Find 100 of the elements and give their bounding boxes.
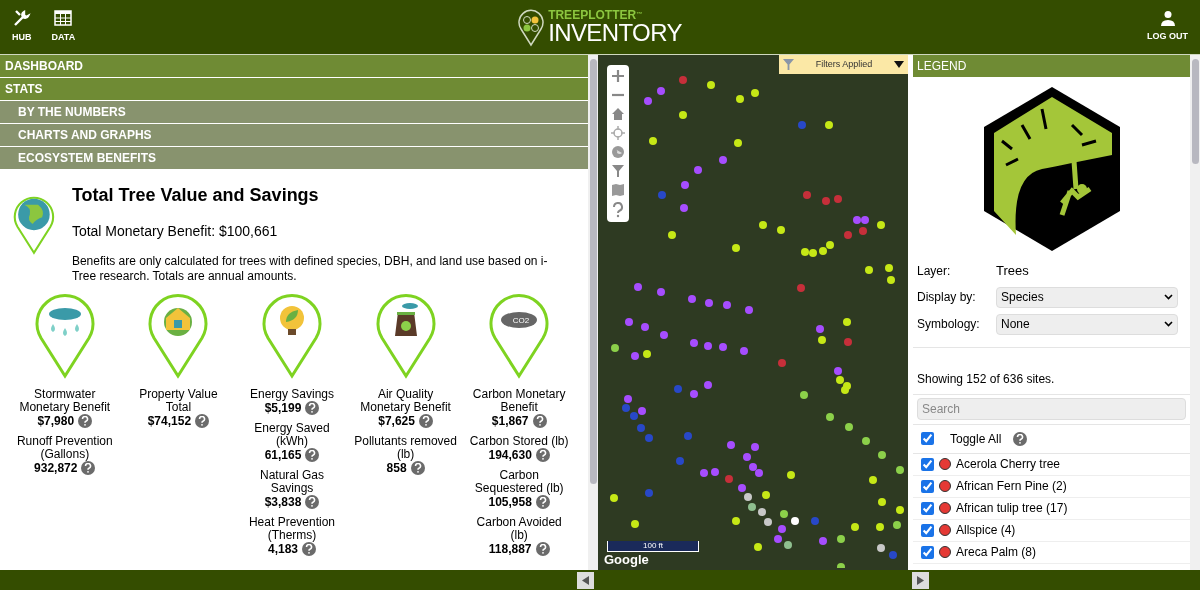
collapse-left-button[interactable]: [577, 571, 594, 589]
tree-marker[interactable]: [877, 221, 885, 229]
tree-marker[interactable]: [694, 166, 702, 174]
tree-marker[interactable]: [861, 216, 869, 224]
tree-marker[interactable]: [681, 181, 689, 189]
tree-marker[interactable]: [825, 121, 833, 129]
scrollbar-thumb[interactable]: [1191, 59, 1199, 164]
tree-marker[interactable]: [705, 299, 713, 307]
tree-marker[interactable]: [759, 221, 767, 229]
tree-marker[interactable]: [676, 457, 684, 465]
nav-menu-item[interactable]: DASHBOARD: [0, 55, 588, 78]
tree-marker[interactable]: [862, 437, 870, 445]
tree-marker[interactable]: [803, 191, 811, 199]
help-icon[interactable]: [535, 495, 550, 509]
tree-marker[interactable]: [749, 463, 757, 471]
tree-marker[interactable]: [834, 367, 842, 375]
tree-marker[interactable]: [896, 506, 904, 514]
toggle-all-checkbox[interactable]: [921, 432, 934, 445]
tree-marker[interactable]: [727, 441, 735, 449]
tree-marker[interactable]: [878, 451, 886, 459]
help-icon[interactable]: [535, 448, 550, 462]
help-icon[interactable]: [410, 461, 425, 475]
tree-marker[interactable]: [834, 195, 842, 203]
tree-marker[interactable]: [707, 81, 715, 89]
tree-marker[interactable]: [843, 318, 851, 326]
tree-marker[interactable]: [826, 413, 834, 421]
tree-marker[interactable]: [684, 432, 692, 440]
help-icon[interactable]: [532, 414, 547, 428]
tree-marker[interactable]: [658, 191, 666, 199]
tree-marker[interactable]: [819, 247, 827, 255]
tree-marker[interactable]: [643, 350, 651, 358]
tree-marker[interactable]: [800, 391, 808, 399]
search-field[interactable]: Search: [917, 397, 1186, 420]
tree-marker[interactable]: [745, 306, 753, 314]
display-by-select[interactable]: Species: [996, 286, 1178, 308]
tree-marker[interactable]: [878, 498, 886, 506]
tree-marker[interactable]: [811, 517, 819, 525]
collapse-right-button[interactable]: [912, 571, 929, 589]
help-icon[interactable]: [418, 414, 433, 428]
tree-marker[interactable]: [723, 301, 731, 309]
tree-marker[interactable]: [634, 283, 642, 291]
tree-marker[interactable]: [887, 276, 895, 284]
tree-marker[interactable]: [869, 476, 877, 484]
species-checkbox[interactable]: [921, 479, 934, 493]
tree-marker[interactable]: [743, 453, 751, 461]
tree-marker[interactable]: [774, 535, 782, 543]
tree-marker[interactable]: [843, 382, 851, 390]
tree-marker[interactable]: [885, 264, 893, 272]
tree-marker[interactable]: [740, 347, 748, 355]
tree-marker[interactable]: [645, 434, 653, 442]
tree-marker[interactable]: [822, 197, 830, 205]
tree-marker[interactable]: [690, 390, 698, 398]
tree-marker[interactable]: [649, 137, 657, 145]
filter-icon[interactable]: [611, 164, 625, 178]
help-icon[interactable]: [305, 495, 320, 509]
tree-marker[interactable]: [657, 288, 665, 296]
header-nav-button[interactable]: HUB: [12, 9, 32, 45]
globe-icon[interactable]: [611, 145, 625, 159]
tree-marker[interactable]: [690, 339, 698, 347]
tree-marker[interactable]: [865, 266, 873, 274]
tree-marker[interactable]: [836, 376, 844, 384]
tree-marker[interactable]: [764, 518, 772, 526]
nav-menu-item[interactable]: STATS: [0, 78, 588, 101]
tree-marker[interactable]: [704, 342, 712, 350]
tree-marker[interactable]: [638, 407, 646, 415]
help-icon[interactable]: [81, 461, 96, 475]
tree-marker[interactable]: [755, 469, 763, 477]
tree-marker[interactable]: [719, 343, 727, 351]
help-icon[interactable]: [195, 414, 210, 428]
zoom-in-icon[interactable]: [611, 69, 625, 83]
species-checkbox[interactable]: [921, 501, 934, 515]
tree-marker[interactable]: [751, 443, 759, 451]
tree-marker[interactable]: [893, 521, 901, 529]
help-icon[interactable]: [302, 542, 316, 556]
tree-marker[interactable]: [787, 471, 795, 479]
tree-marker[interactable]: [631, 520, 639, 528]
tree-marker[interactable]: [754, 543, 762, 551]
tree-marker[interactable]: [798, 121, 806, 129]
tree-marker[interactable]: [845, 423, 853, 431]
tree-marker[interactable]: [751, 89, 759, 97]
species-checkbox[interactable]: [921, 523, 934, 537]
tree-marker[interactable]: [818, 336, 826, 344]
tree-marker[interactable]: [877, 544, 885, 552]
tree-marker[interactable]: [859, 227, 867, 235]
help-icon[interactable]: [305, 448, 320, 462]
tree-marker[interactable]: [758, 508, 766, 516]
tree-marker[interactable]: [732, 517, 740, 525]
species-checkbox[interactable]: [921, 545, 934, 559]
tree-marker[interactable]: [637, 424, 645, 432]
tree-marker[interactable]: [732, 244, 740, 252]
tree-marker[interactable]: [679, 76, 687, 84]
tree-marker[interactable]: [784, 541, 792, 549]
tree-marker[interactable]: [837, 535, 845, 543]
tree-marker[interactable]: [797, 284, 805, 292]
tree-marker[interactable]: [622, 404, 630, 412]
tree-marker[interactable]: [610, 494, 618, 502]
tree-marker[interactable]: [801, 248, 809, 256]
tree-marker[interactable]: [679, 111, 687, 119]
symbology-select[interactable]: None: [996, 313, 1178, 335]
tree-marker[interactable]: [624, 395, 632, 403]
